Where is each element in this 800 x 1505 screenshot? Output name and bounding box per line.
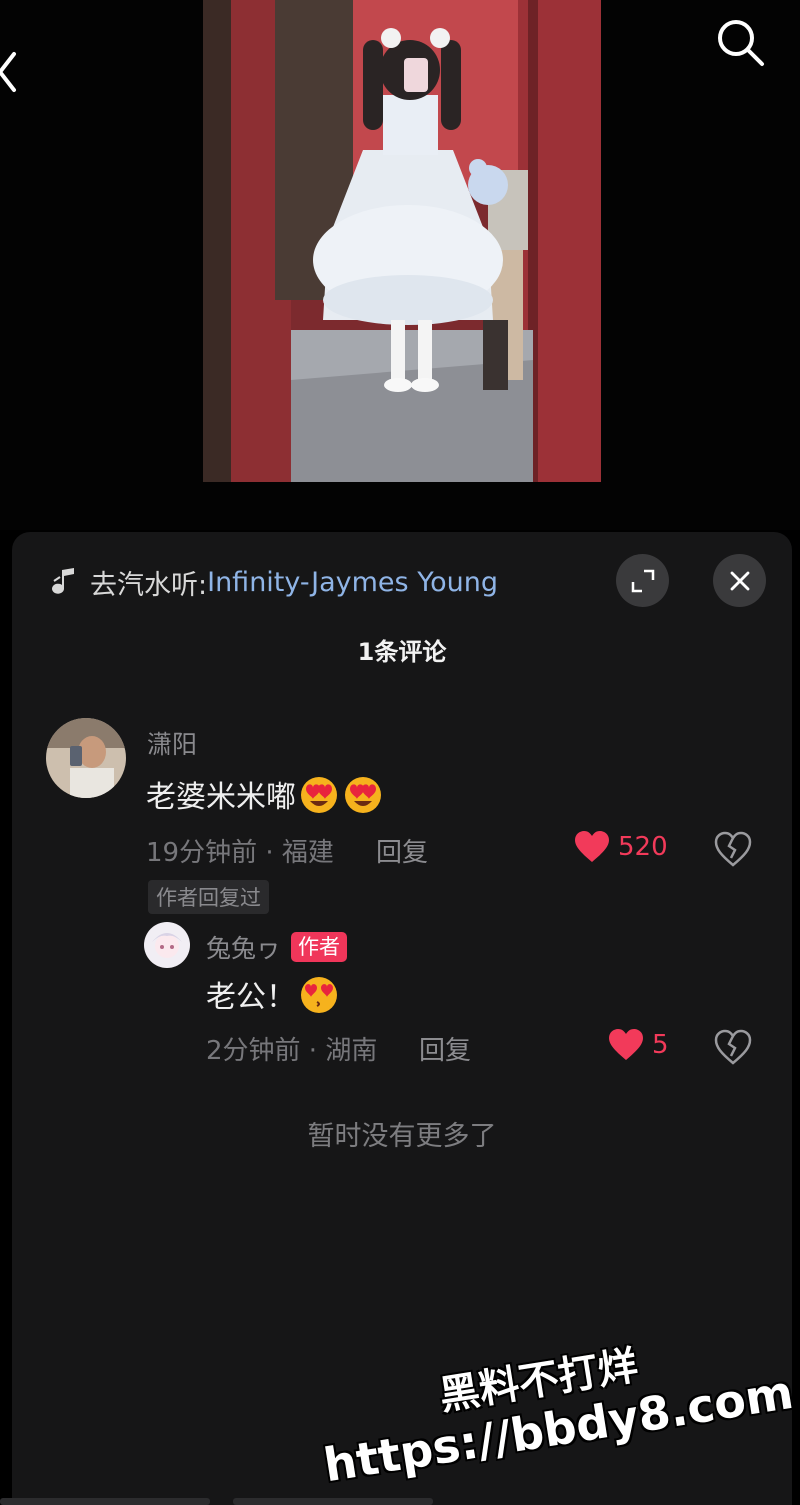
reply-button[interactable]: 回复 [376,832,428,869]
comment-sheet: 去汽水听: Infinity-Jaymes Young 1条评论 潇阳 老婆米米… [12,532,792,1505]
broken-heart-icon [714,1029,752,1065]
comment-text: 老婆米米嘟 [146,772,384,816]
no-more-comments: 暂时没有更多了 [307,1121,497,1152]
reply-username[interactable]: 兔兔ヮ [206,929,281,965]
close-button[interactable] [713,554,766,607]
chevron-left-icon [0,52,16,92]
reply-text: 老公！ [206,972,340,1016]
search-button[interactable] [712,14,768,70]
dislike-button[interactable] [713,830,753,870]
broken-heart-icon [714,831,752,867]
comment-meta: 19分钟前 · 福建 [146,838,334,868]
heart-eyes-emoji [345,777,381,813]
search-icon [718,20,764,66]
comment-body: 老婆米米嘟 [146,780,296,815]
user-avatar-image [144,922,190,968]
music-prefix: 去汽水听: [90,569,208,601]
comment-username[interactable]: 潇阳 [147,725,197,761]
reply-username-row: 兔兔ヮ 作者 [206,929,348,965]
author-badge: 作者 [291,932,348,962]
heart-icon [575,831,609,862]
bottom-bar-segment [233,1498,433,1505]
like-count: 5 [652,1030,669,1060]
heart-eyes-emoji [301,777,337,813]
dislike-button[interactable] [713,1028,753,1068]
author-replied-tag: 作者回复过 [148,880,269,914]
expand-icon [631,569,654,592]
kiss-heart-emoji [301,977,337,1013]
bottom-bar-segment [0,1498,210,1505]
reply-body: 老公！ [206,980,296,1015]
music-link[interactable]: 去汽水听: Infinity-Jaymes Young [52,562,498,602]
post-photo[interactable] [203,0,601,482]
user-avatar-image [46,718,126,798]
avatar[interactable] [46,718,126,798]
close-icon [730,571,749,590]
reply-meta: 2分钟前 · 湖南 [206,1036,378,1066]
like-button[interactable]: 520 [574,830,668,864]
heart-icon [609,1029,643,1060]
music-note-icon [52,568,74,594]
like-button[interactable]: 5 [608,1028,669,1062]
music-song-title[interactable]: Infinity-Jaymes Young [207,567,498,598]
reply-button[interactable]: 回复 [419,1030,471,1067]
post-media-area [0,0,800,530]
expand-button[interactable] [616,554,669,607]
page: 去汽水听: Infinity-Jaymes Young 1条评论 潇阳 老婆米米… [0,0,800,1505]
comment-count: 1条评论 [357,638,447,666]
reply-avatar[interactable] [144,922,190,968]
back-button[interactable] [0,48,30,96]
like-count: 520 [618,832,668,862]
mirror-selfie-image [203,0,601,482]
